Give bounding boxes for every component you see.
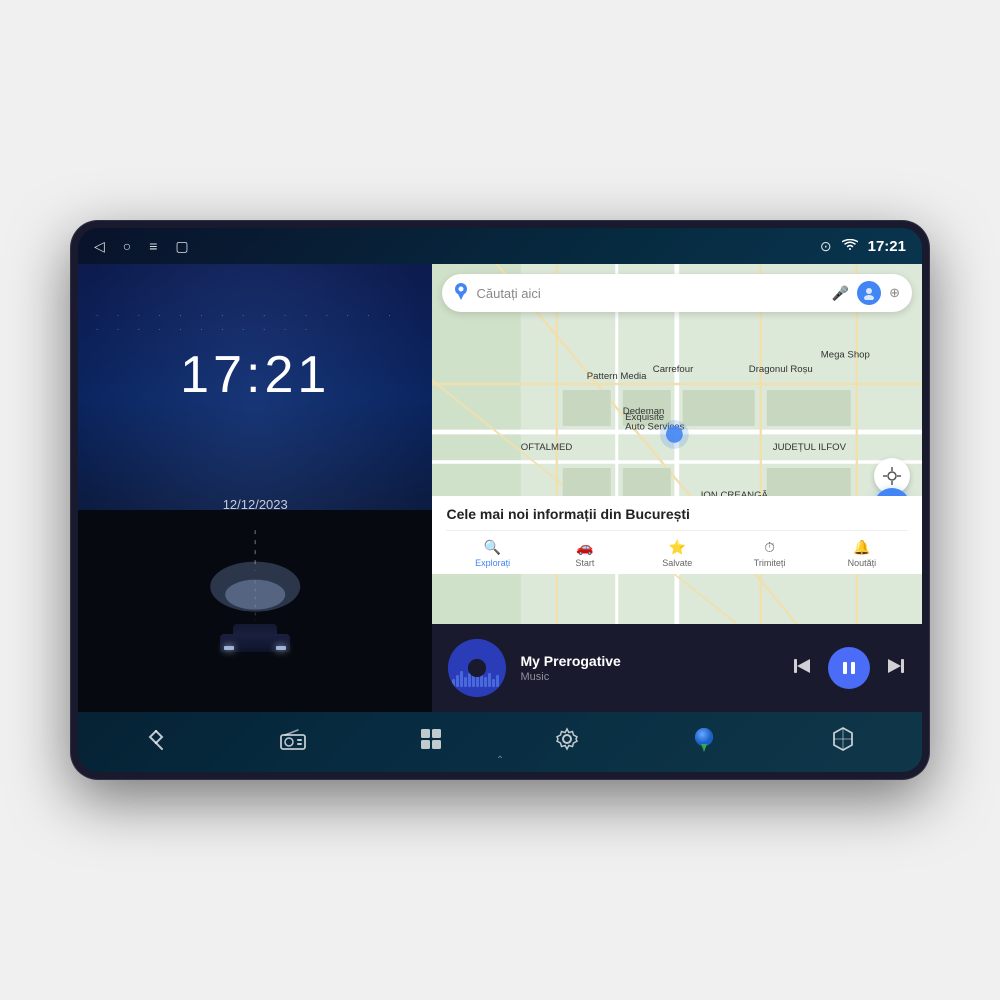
maps-tab-explore[interactable]: 🔍 Explorați bbox=[446, 537, 538, 570]
maps-layers-icon[interactable]: ⊕ bbox=[889, 285, 900, 301]
music-album-art bbox=[448, 639, 506, 697]
share-icon: ⏱ bbox=[764, 539, 775, 556]
nav-radio[interactable] bbox=[280, 727, 306, 757]
status-time: 17:21 bbox=[868, 238, 906, 255]
music-artist: Music bbox=[520, 671, 778, 683]
maps-tab-news-label: Noutăți bbox=[848, 558, 877, 568]
maps-tab-saved-label: Salvate bbox=[662, 558, 692, 568]
home-button[interactable]: ○ bbox=[123, 238, 131, 254]
maps-info-bar: Cele mai noi informații din București 🔍 … bbox=[432, 496, 922, 574]
grid-icon bbox=[419, 727, 443, 757]
device-frame: ◁ ○ ≡ ▢ ⊙ 17:21 bbox=[70, 220, 930, 780]
nav-settings[interactable] bbox=[555, 727, 579, 757]
explore-icon: 🔍 bbox=[484, 539, 501, 556]
screenshot-button[interactable]: ▢ bbox=[175, 238, 188, 255]
svg-text:Carrefour: Carrefour bbox=[653, 364, 694, 375]
nav-3d-cube[interactable] bbox=[830, 726, 856, 758]
maps-tab-share[interactable]: ⏱ Trimiteți bbox=[723, 537, 815, 570]
start-icon: 🚗 bbox=[576, 539, 593, 556]
maps-tab-saved[interactable]: ⭐ Salvate bbox=[631, 537, 723, 570]
svg-text:JUDEȚUL ILFOV: JUDEȚUL ILFOV bbox=[773, 442, 847, 453]
maps-user-avatar[interactable] bbox=[857, 281, 881, 305]
nav-google-maps[interactable] bbox=[691, 726, 717, 758]
music-prev-button[interactable] bbox=[792, 655, 814, 682]
car-body bbox=[220, 634, 290, 652]
car-headlight-left bbox=[224, 646, 234, 650]
nav-hint-chevron: ⌃ bbox=[496, 755, 504, 766]
main-content: 17:21 12/12/2023 marți bbox=[78, 264, 922, 712]
radio-icon bbox=[280, 727, 306, 757]
maps-mic-icon[interactable]: 🎤 bbox=[832, 285, 849, 302]
status-indicators: ⊙ 17:21 bbox=[820, 238, 906, 255]
maps-nav-icon bbox=[691, 726, 717, 758]
car-image bbox=[220, 624, 290, 652]
device-screen: ◁ ○ ≡ ▢ ⊙ 17:21 bbox=[78, 228, 922, 772]
music-next-button[interactable] bbox=[884, 655, 906, 682]
nav-buttons: ◁ ○ ≡ ▢ bbox=[94, 238, 189, 255]
maps-search-placeholder: Căutați aici bbox=[476, 286, 823, 301]
maps-search-bar[interactable]: Căutați aici 🎤 ⊕ bbox=[442, 274, 912, 312]
maps-tab-share-label: Trimiteți bbox=[754, 558, 786, 568]
music-title: My Prerogative bbox=[520, 653, 778, 669]
music-play-pause-button[interactable] bbox=[828, 647, 870, 689]
bottom-nav-bar: ⌃ bbox=[78, 712, 922, 772]
road-svg bbox=[78, 510, 432, 712]
road-bg bbox=[78, 510, 432, 712]
music-controls bbox=[792, 647, 906, 689]
news-icon: 🔔 bbox=[853, 539, 870, 556]
maps-info-title: Cele mai noi informații din București bbox=[446, 506, 908, 522]
location-icon: ⊙ bbox=[820, 238, 832, 255]
music-player: My Prerogative Music bbox=[432, 624, 922, 712]
maps-section[interactable]: Pattern Media Carrefour Dragonul Roșu De… bbox=[432, 264, 922, 624]
maps-logo-icon bbox=[454, 282, 468, 305]
saved-icon: ⭐ bbox=[669, 539, 686, 556]
svg-text:Dragonul Roșu: Dragonul Roșu bbox=[749, 364, 813, 375]
maps-tab-explore-label: Explorați bbox=[475, 558, 510, 568]
wifi-icon bbox=[842, 238, 858, 254]
lock-screen-panel: 17:21 12/12/2023 marți bbox=[78, 264, 432, 712]
settings-gear-icon bbox=[555, 727, 579, 757]
car-scene bbox=[78, 510, 432, 712]
maps-nav-tabs: 🔍 Explorați 🚗 Start ⭐ Salvate bbox=[446, 530, 908, 570]
status-bar: ◁ ○ ≡ ▢ ⊙ 17:21 bbox=[78, 228, 922, 264]
back-button[interactable]: ◁ bbox=[94, 238, 105, 255]
nav-apps-grid[interactable] bbox=[419, 727, 443, 757]
menu-button[interactable]: ≡ bbox=[149, 238, 157, 254]
cube-icon bbox=[830, 726, 856, 758]
right-panel: Pattern Media Carrefour Dragonul Roșu De… bbox=[432, 264, 922, 712]
nav-bluetooth[interactable] bbox=[144, 727, 168, 757]
maps-tab-start[interactable]: 🚗 Start bbox=[539, 537, 631, 570]
svg-text:Mega Shop: Mega Shop bbox=[821, 350, 870, 361]
music-track-info: My Prerogative Music bbox=[520, 653, 778, 683]
svg-text:OFTALMED: OFTALMED bbox=[521, 442, 573, 453]
bluetooth-icon bbox=[144, 727, 168, 757]
lock-time: 17:21 bbox=[78, 345, 432, 405]
music-waveform-svg bbox=[448, 639, 506, 697]
maps-tab-news[interactable]: 🔔 Noutăți bbox=[816, 537, 908, 570]
svg-text:Pattern Media: Pattern Media bbox=[587, 371, 647, 382]
car-headlight-right bbox=[276, 646, 286, 650]
maps-tab-start-label: Start bbox=[575, 558, 594, 568]
